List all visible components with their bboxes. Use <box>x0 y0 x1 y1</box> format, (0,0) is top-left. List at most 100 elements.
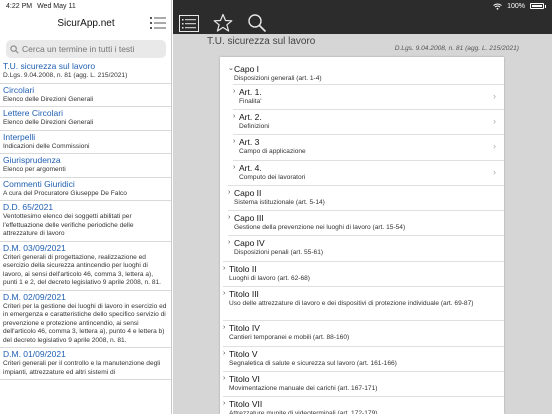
sidebar-item-title: D.M. 03/09/2021 <box>3 242 66 253</box>
tree-node-label: Titolo VII <box>229 399 263 409</box>
tree-node-label: Capo IV <box>234 238 265 248</box>
tree-node-label: Titolo VI <box>229 374 260 384</box>
battery-tip <box>545 4 546 8</box>
tree-node-label: Capo III <box>234 213 264 223</box>
tree-separator <box>223 396 504 397</box>
sidebar-item-title: Circolari <box>3 84 35 95</box>
status-bar: 4:22 PM Wed May 11 100% <box>0 0 552 12</box>
sidebar-item-title: T.U. sicurezza sul lavoro <box>3 61 96 71</box>
main-area: T.U. sicurezza sul lavoro D.Lgs. 9.04.20… <box>173 0 552 414</box>
tree-separator <box>223 346 504 347</box>
tree-node[interactable]: › Titolo II Luoghi di lavoro (art. 62-68) <box>223 264 490 283</box>
sidebar-item-subtitle: Ventottesimo elenco dei soggetti abilita… <box>3 213 134 237</box>
sidebar-header: SicurApp.net <box>0 12 171 34</box>
tree-node-description: Luoghi di lavoro (art. 62-68) <box>229 275 311 282</box>
sidebar-item[interactable]: Lettere Circolari Elenco delle Direzioni … <box>0 107 171 131</box>
status-date: Wed May 11 <box>37 2 76 10</box>
tree-node-label: Art. 4. <box>239 163 262 173</box>
tree-node-description: Finalita' <box>239 98 262 105</box>
sidebar-item-title: D.D. 65/2021 <box>3 202 54 212</box>
sidebar-item-subtitle: Elenco delle Direzioni Generali <box>3 119 94 126</box>
tree-node-label: Capo I <box>234 64 260 74</box>
sidebar-list: T.U. sicurezza sul lavoro D.Lgs. 9.04.200… <box>0 60 171 380</box>
sidebar-item[interactable]: T.U. sicurezza sul lavoro D.Lgs. 9.04.200… <box>0 60 171 84</box>
wifi-icon <box>493 3 502 10</box>
document-subtitle: D.Lgs. 9.04.2008, n. 81 (agg. L. 215/202… <box>394 45 519 52</box>
sidebar-item[interactable]: D.M. 02/09/2021 Criteri per la gestione d… <box>0 291 171 348</box>
tree-node-description: Computo dei lavoratori <box>239 174 306 181</box>
tree-node-description: Sistema istituzionale (art. 5-14) <box>234 199 325 206</box>
chevron-right-icon: › <box>493 141 496 151</box>
tree-node[interactable]: › Titolo V Segnaletica di salute e sicurez… <box>223 349 490 368</box>
tree-node[interactable]: › Art. 4. Computo dei lavoratori <box>233 163 490 182</box>
tree-node-label: Titolo II <box>229 264 257 274</box>
tree-node[interactable]: › Titolo III Uso delle attrezzature di lav… <box>223 289 490 308</box>
tree-node-description: Disposizioni generali (art. 1-4) <box>234 75 322 82</box>
chevron-right-icon: › <box>493 91 496 101</box>
sidebar-item-title: Giurisprudenza <box>3 155 61 165</box>
toc-list-button[interactable] <box>179 13 199 33</box>
tree-node-label: Capo II <box>234 188 262 198</box>
document-header: T.U. sicurezza sul lavoro D.Lgs. 9.04.20… <box>173 34 552 56</box>
tree-separator <box>233 160 504 161</box>
sidebar-item[interactable]: Giurisprudenza Elenco per argomenti <box>0 154 171 178</box>
tree-node[interactable]: › Art. 1. Finalita' <box>233 87 490 106</box>
tree-node-label: Art. 1. <box>239 87 262 97</box>
sidebar-item[interactable]: Commenti Giuridici A cura del Procuratore… <box>0 178 171 201</box>
tree-separator <box>233 84 504 85</box>
sidebar-item[interactable]: Circolari Elenco delle Direzioni Generali <box>0 84 171 107</box>
sidebar-item-title: Lettere Circolari <box>3 108 63 118</box>
tree-separator <box>223 286 504 287</box>
sidebar-item-subtitle: Criteri generali per il controllo e la m… <box>3 360 161 376</box>
sidebar-item-title: D.M. 02/09/2021 <box>3 291 66 302</box>
tree-node-description: Gestione della prevenzione nei luoghi di… <box>234 224 406 231</box>
sidebar-title: SicurApp.net <box>57 17 115 29</box>
tree-node-description: Definizioni <box>239 123 270 130</box>
search-button[interactable] <box>247 13 267 33</box>
tree-node-description: Campo di applicazione <box>239 148 306 155</box>
tree-node[interactable]: › Titolo IV Cantieri temporanei e mobili (… <box>223 323 490 342</box>
sidebar-item[interactable]: D.D. 65/2021 Ventottesimo elenco dei sogg… <box>0 201 171 242</box>
sidebar-item-subtitle: Indicazioni delle Commissioni <box>3 142 90 150</box>
battery-icon <box>530 3 544 9</box>
status-time: 4:22 PM <box>6 2 33 10</box>
sidebar-item[interactable]: Interpelli Indicazioni delle Commissioni <box>0 131 171 154</box>
tree-node[interactable]: › Capo II Sistema istituzionale (art. 5-14… <box>228 188 490 207</box>
battery-percent: 100% <box>507 2 525 10</box>
tree-node[interactable]: › Capo IV Disposizioni penali (art. 55-61) <box>228 238 490 257</box>
search-input[interactable] <box>22 44 162 54</box>
tree-node-label: Art. 2. <box>239 112 262 122</box>
sidebar-item-subtitle: Criteri per la gestione dei luoghi di la… <box>3 302 167 344</box>
sidebar-item-title: D.M. 01/09/2021 <box>3 349 66 359</box>
app-window: 4:22 PM Wed May 11 100% SicurApp.net T.U… <box>0 0 552 414</box>
chevron-right-icon: › <box>493 116 496 126</box>
tree-node[interactable]: › Titolo VII Attrezzature munite di videot… <box>223 399 490 414</box>
tree-node-description: Disposizioni penali (art. 55-61) <box>234 249 324 256</box>
sidebar-item[interactable]: D.M. 01/09/2021 Criteri generali per il c… <box>0 348 171 380</box>
sidebar-item[interactable]: D.M. 03/09/2021 Criteri generali di proge… <box>0 242 171 291</box>
list-menu-icon[interactable] <box>150 16 166 30</box>
tree-separator <box>223 261 504 262</box>
favorite-button[interactable] <box>213 13 233 33</box>
tree-node-description: Cantieri temporanei e mobili (art. 88-16… <box>229 334 350 341</box>
tree-node[interactable]: › Titolo VI Movimentazione manuale dei car… <box>223 374 490 393</box>
sidebar-item-subtitle: D.Lgs. 9.04.2008, n. 81 (agg. L. 215/202… <box>3 72 128 79</box>
tree-node-description: Movimentazione manuale dei carichi (art.… <box>229 385 378 392</box>
tree-node[interactable]: › Capo III Gestione della prevenzione nei … <box>228 213 490 232</box>
tree-separator <box>223 371 504 372</box>
sidebar-item-subtitle: Elenco delle Direzioni Generali <box>3 95 94 103</box>
tree-separator <box>228 235 504 236</box>
tree-separator <box>233 134 504 135</box>
tree-node[interactable]: › Art. 3 Campo di applicazione <box>233 137 490 156</box>
sidebar-item-subtitle: Elenco per argomenti <box>3 166 66 173</box>
tree-node[interactable]: ⌄ Capo I Disposizioni generali (art. 1-4) <box>228 64 490 83</box>
sidebar-item-subtitle: A cura del Procuratore Giuseppe De Falco <box>3 189 127 197</box>
tree-node-description: Segnaletica di salute e sicurezza sul la… <box>229 360 397 367</box>
search-box <box>6 40 166 58</box>
tree-separator <box>228 185 504 186</box>
document-title: T.U. sicurezza sul lavoro <box>207 36 316 47</box>
sidebar-item-title: Interpelli <box>3 131 36 142</box>
tree-node-label: Titolo V <box>229 349 258 359</box>
tree-node[interactable]: › Art. 2. Definizioni <box>233 112 490 131</box>
star-icon <box>213 13 233 32</box>
